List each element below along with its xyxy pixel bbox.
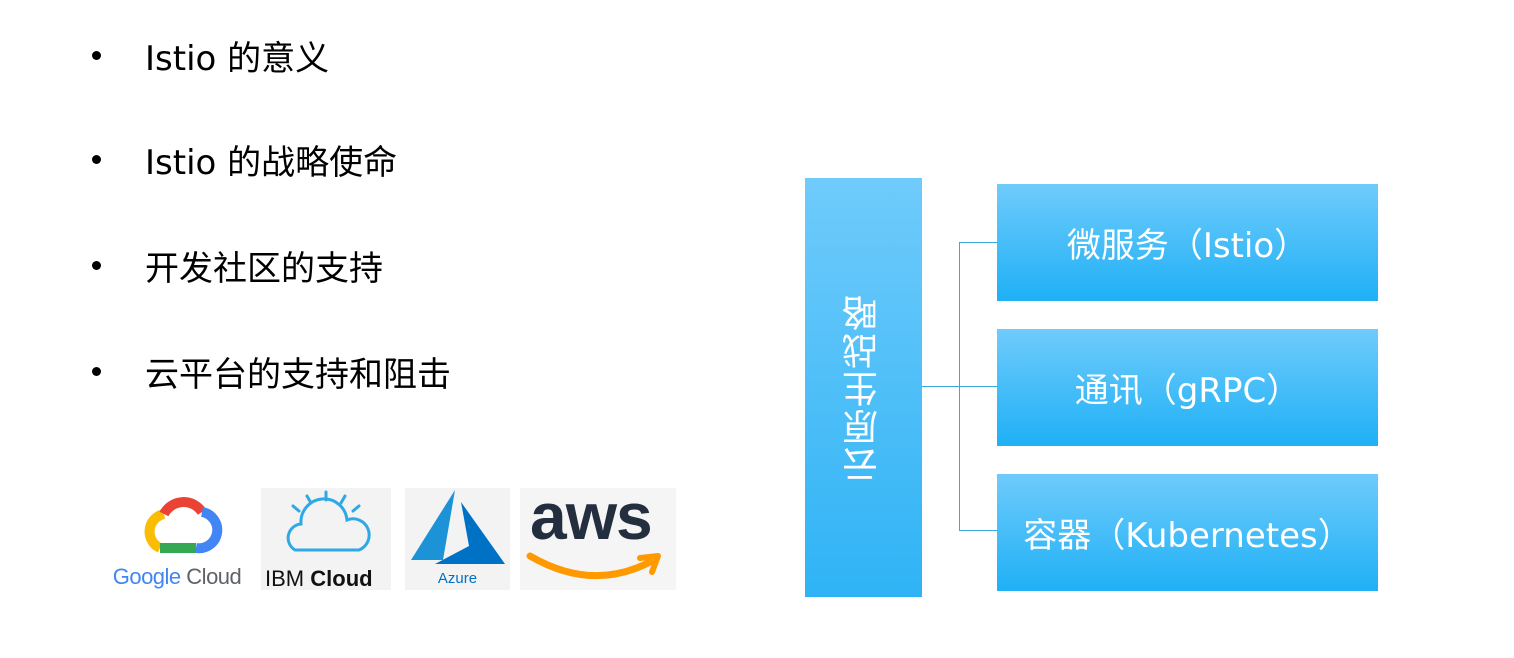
google-cloud-logo: Google Cloud: [104, 490, 250, 590]
child-node-containers: 容器（Kubernetes）: [997, 474, 1378, 591]
azure-wordmark: Azure: [437, 570, 478, 587]
bullet-item: Istio 的战略使命: [92, 134, 652, 184]
azure-icon: [411, 490, 505, 564]
cloud-word: Cloud: [310, 566, 373, 590]
child-node-microservices: 微服务（Istio）: [997, 184, 1378, 301]
connector-line: [959, 386, 997, 387]
root-node-label: 云原生战略: [842, 292, 884, 483]
bullet-dot-icon: [92, 366, 101, 376]
root-node: 云原生战略: [805, 178, 922, 597]
bullet-dot-icon: [92, 154, 101, 164]
aws-logo: aws: [520, 488, 676, 590]
ibm-cloud-icon: [286, 490, 371, 552]
child-node-label: 通讯（gRPC）: [1074, 371, 1301, 411]
google-word: Google: [112, 564, 181, 589]
aws-smile-icon: [526, 552, 661, 580]
ibm-cloud-wordmark: IBM Cloud: [265, 566, 373, 590]
bullet-item: 开发社区的支持: [92, 240, 652, 290]
ibm-word: IBM: [265, 566, 305, 590]
google-cloud-wordmark: Google Cloud: [104, 564, 250, 590]
child-node-communication: 通讯（gRPC）: [997, 329, 1378, 446]
connector-line: [959, 242, 997, 243]
bullet-text: Istio 的意义: [145, 38, 330, 79]
bullet-dot-icon: [92, 50, 101, 60]
child-node-label: 容器（Kubernetes）: [1023, 516, 1352, 556]
cloud-word: Cloud: [186, 564, 242, 589]
bullet-item: Istio 的意义: [92, 30, 652, 80]
bullet-text: 开发社区的支持: [145, 248, 383, 289]
google-cloud-icon: [144, 497, 223, 554]
bullet-text: Istio 的战略使命: [145, 142, 398, 183]
connector-line: [922, 386, 960, 387]
bullet-item: 云平台的支持和阻击: [92, 346, 652, 396]
bullet-dot-icon: [92, 260, 101, 270]
connector-line: [959, 530, 997, 531]
child-node-label: 微服务（Istio）: [1066, 226, 1309, 266]
bullet-text: 云平台的支持和阻击: [145, 354, 451, 395]
azure-logo: Azure: [405, 488, 510, 590]
ibm-cloud-logo: IBM Cloud: [261, 488, 391, 590]
